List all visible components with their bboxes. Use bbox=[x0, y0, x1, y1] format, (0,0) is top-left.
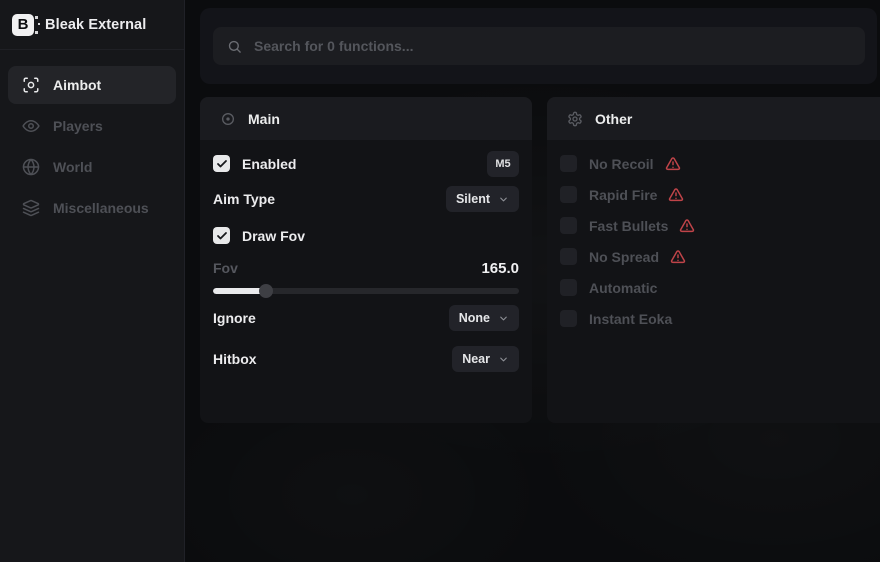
search-input[interactable] bbox=[254, 38, 851, 54]
hitbox-value: Near bbox=[462, 352, 490, 366]
sidebar: B Bleak External Aimbot Players World Mi… bbox=[0, 0, 185, 562]
other-item-no-recoil: No Recoil bbox=[560, 148, 867, 179]
globe-icon bbox=[22, 158, 40, 176]
sidebar-item-players[interactable]: Players bbox=[8, 107, 176, 145]
warning-icon bbox=[670, 249, 686, 265]
logo-letter: B bbox=[18, 17, 29, 32]
other-item-instant-eoka: Instant Eoka bbox=[560, 303, 867, 334]
ignore-dropdown[interactable]: None bbox=[449, 305, 519, 331]
panel-title: Other bbox=[595, 111, 632, 127]
no-spread-checkbox[interactable] bbox=[560, 248, 577, 265]
target-icon bbox=[220, 111, 236, 127]
layers-icon bbox=[22, 199, 40, 217]
draw-fov-label: Draw Fov bbox=[242, 228, 305, 244]
automatic-checkbox[interactable] bbox=[560, 279, 577, 296]
content: Main Enabled M5 Aim Type Silent bbox=[185, 0, 880, 562]
enabled-checkbox[interactable] bbox=[213, 155, 230, 172]
draw-fov-checkbox[interactable] bbox=[213, 227, 230, 244]
automatic-label: Automatic bbox=[589, 280, 657, 296]
check-icon bbox=[216, 158, 228, 170]
sidebar-item-aimbot[interactable]: Aimbot bbox=[8, 66, 176, 104]
sidebar-item-world[interactable]: World bbox=[8, 148, 176, 186]
hitbox-row: Hitbox Near bbox=[213, 346, 519, 372]
search-icon bbox=[227, 39, 242, 54]
sidebar-item-label: Aimbot bbox=[53, 77, 101, 93]
enabled-keybind-button[interactable]: M5 bbox=[487, 151, 519, 177]
focus-icon bbox=[22, 76, 40, 94]
fov-slider-handle[interactable] bbox=[259, 284, 273, 298]
rapid-fire-label: Rapid Fire bbox=[589, 187, 657, 203]
draw-fov-row: Draw Fov bbox=[213, 222, 519, 249]
gear-icon bbox=[567, 111, 583, 127]
other-item-no-spread: No Spread bbox=[560, 241, 867, 272]
ignore-row: Ignore None bbox=[213, 305, 519, 331]
rapid-fire-checkbox[interactable] bbox=[560, 186, 577, 203]
sidebar-item-label: Players bbox=[53, 118, 103, 134]
aim-type-dropdown[interactable]: Silent bbox=[446, 186, 519, 212]
ignore-label: Ignore bbox=[213, 310, 256, 326]
ignore-value: None bbox=[459, 311, 490, 325]
chevron-down-icon bbox=[498, 194, 509, 205]
sidebar-item-miscellaneous[interactable]: Miscellaneous bbox=[8, 189, 176, 227]
chevron-down-icon bbox=[498, 354, 509, 365]
warning-icon bbox=[679, 218, 695, 234]
aim-type-row: Aim Type Silent bbox=[213, 186, 519, 212]
instant-eoka-label: Instant Eoka bbox=[589, 311, 672, 327]
no-recoil-checkbox[interactable] bbox=[560, 155, 577, 172]
sidebar-item-label: World bbox=[53, 159, 92, 175]
app-title: Bleak External bbox=[45, 17, 146, 33]
app-window: B Bleak External Aimbot Players World Mi… bbox=[0, 0, 880, 562]
eye-icon bbox=[22, 117, 40, 135]
panel-other: Other No Recoil Rapid Fire Fast Bullets bbox=[547, 97, 880, 423]
other-item-automatic: Automatic bbox=[560, 272, 867, 303]
panel-title: Main bbox=[248, 111, 280, 127]
check-icon bbox=[216, 230, 228, 242]
search-card bbox=[200, 8, 877, 84]
fov-row: Fov 165.0 bbox=[213, 257, 519, 279]
aim-type-value: Silent bbox=[456, 192, 490, 206]
hitbox-dropdown[interactable]: Near bbox=[452, 346, 519, 372]
no-recoil-label: No Recoil bbox=[589, 156, 654, 172]
no-spread-label: No Spread bbox=[589, 249, 659, 265]
fov-label: Fov bbox=[213, 260, 238, 276]
other-items: No Recoil Rapid Fire Fast Bullets No Spr… bbox=[560, 148, 867, 334]
fov-value: 165.0 bbox=[481, 260, 519, 277]
other-item-rapid-fire: Rapid Fire bbox=[560, 179, 867, 210]
other-item-fast-bullets: Fast Bullets bbox=[560, 210, 867, 241]
fov-slider-row bbox=[213, 283, 519, 299]
sidebar-header: B Bleak External bbox=[0, 0, 184, 50]
fast-bullets-label: Fast Bullets bbox=[589, 218, 668, 234]
sidebar-nav: Aimbot Players World Miscellaneous bbox=[0, 50, 184, 227]
warning-icon bbox=[665, 156, 681, 172]
instant-eoka-checkbox[interactable] bbox=[560, 310, 577, 327]
enabled-row: Enabled M5 bbox=[213, 150, 519, 177]
search-box[interactable] bbox=[213, 27, 865, 65]
app-logo-icon: B bbox=[12, 14, 34, 36]
hitbox-label: Hitbox bbox=[213, 351, 257, 367]
chevron-down-icon bbox=[498, 313, 509, 324]
panel-main-header: Main bbox=[200, 97, 532, 140]
warning-icon bbox=[668, 187, 684, 203]
sidebar-item-label: Miscellaneous bbox=[53, 200, 149, 216]
panel-other-header: Other bbox=[547, 97, 880, 140]
aim-type-label: Aim Type bbox=[213, 191, 275, 207]
fast-bullets-checkbox[interactable] bbox=[560, 217, 577, 234]
panel-main: Main Enabled M5 Aim Type Silent bbox=[200, 97, 532, 423]
enabled-label: Enabled bbox=[242, 156, 296, 172]
fov-slider[interactable] bbox=[213, 283, 519, 299]
